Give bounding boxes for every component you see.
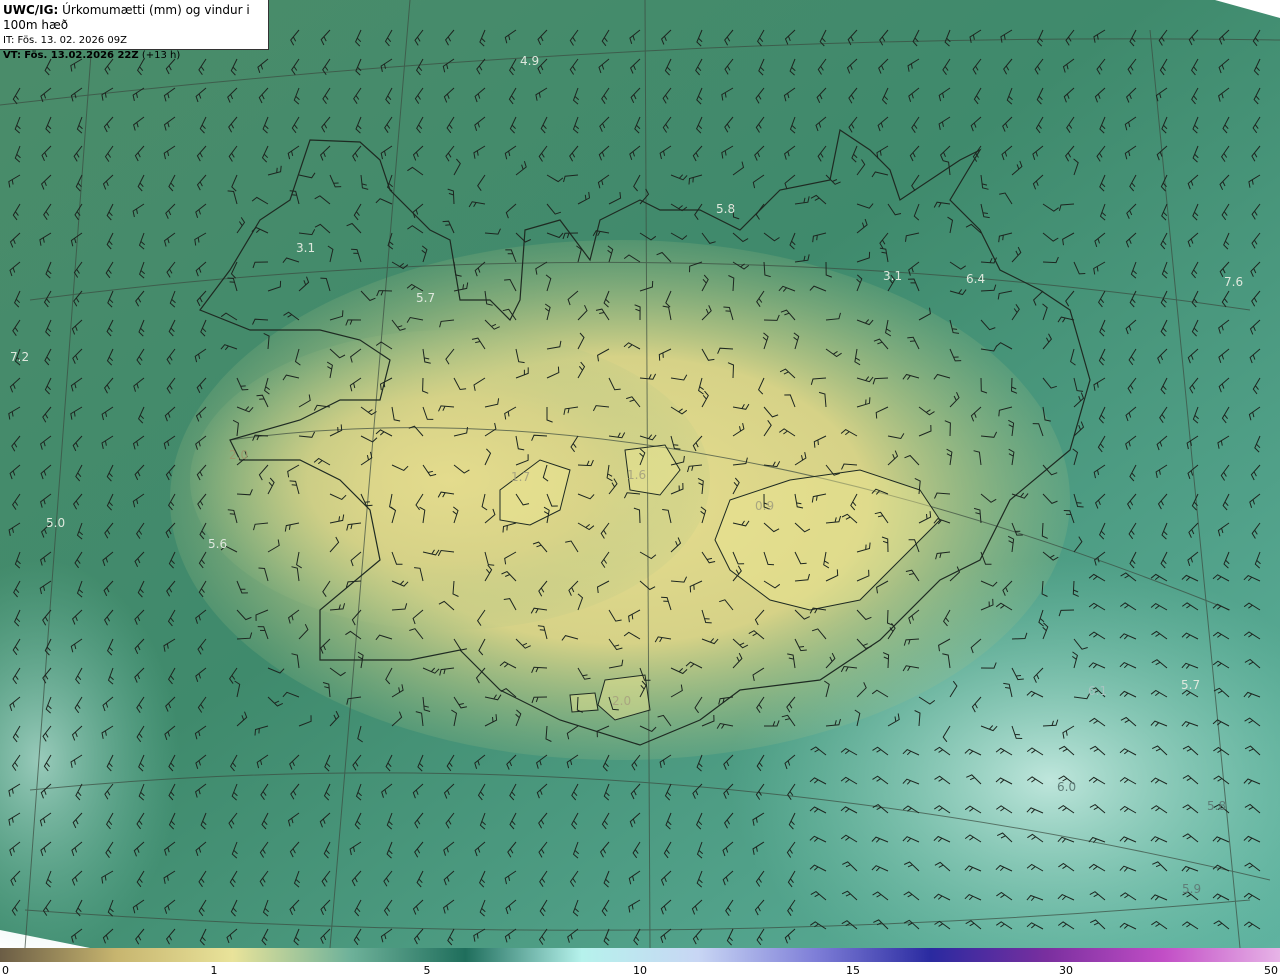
colorbar-strip xyxy=(0,948,1280,962)
value-label: 5.0 xyxy=(46,516,65,530)
init-time: IT: Fös. 13. 02. 2026 09Z xyxy=(3,35,127,46)
value-label: 5.8 xyxy=(1207,799,1226,813)
model-name: UWC/IG: xyxy=(3,3,59,17)
value-label: 2.0 xyxy=(612,694,631,708)
title-line: UWC/IG: Úrkomumætti (mm) og vindur i 100… xyxy=(3,3,265,33)
value-label: 0.9 xyxy=(755,499,774,513)
value-label: 3.1 xyxy=(296,241,315,255)
value-label: 2.0 xyxy=(229,448,248,462)
colorbar-tick: 30 xyxy=(1059,964,1073,977)
value-label: 6.1 xyxy=(1088,684,1107,698)
colorbar-tick: 15 xyxy=(846,964,860,977)
value-label: 5.7 xyxy=(416,291,435,305)
valid-time: Fös. 13.02.2026 22Z xyxy=(24,50,139,61)
value-label: 6.4 xyxy=(966,272,985,286)
colorbar-tick: 0 xyxy=(2,964,9,977)
value-label: 6.0 xyxy=(1057,780,1076,794)
value-label: 3.1 xyxy=(883,269,902,283)
value-label: 7.2 xyxy=(10,350,29,364)
value-label: 5.7 xyxy=(1181,678,1200,692)
colorbar-tick: 1 xyxy=(210,964,218,977)
glacier-eyjafjallajokull xyxy=(569,692,599,713)
colorbar-tick: 10 xyxy=(633,964,647,977)
value-label: 5.9 xyxy=(1182,882,1201,896)
colorbar-tick: 50 xyxy=(1264,964,1278,977)
colorbar-tick: 5 xyxy=(423,964,431,977)
colorbar: 0 1 5 10 15 30 50 xyxy=(0,948,1280,978)
valid-prefix: VT: xyxy=(3,50,22,61)
map-canvas: 4.9 5.8 3.1 5.7 3.1 6.4 7.6 7.2 2.0 1.7 … xyxy=(0,0,1280,948)
value-label: 5.8 xyxy=(716,202,735,216)
value-label: 7.6 xyxy=(1224,275,1243,289)
lead-time: (+13 h) xyxy=(141,50,181,61)
map-title-box: UWC/IG: Úrkomumætti (mm) og vindur i 100… xyxy=(0,0,269,61)
value-label: 5.6 xyxy=(208,537,227,551)
valid-time-line: VT: Fös. 13.02.2026 22Z (+13 h) xyxy=(3,48,265,63)
forecast-map: 4.9 5.8 3.1 5.7 3.1 6.4 7.6 7.2 2.0 1.7 … xyxy=(0,0,1280,978)
value-label: 1.6 xyxy=(627,468,646,482)
value-label: 4.9 xyxy=(520,54,539,68)
value-label: 1.7 xyxy=(511,470,530,484)
